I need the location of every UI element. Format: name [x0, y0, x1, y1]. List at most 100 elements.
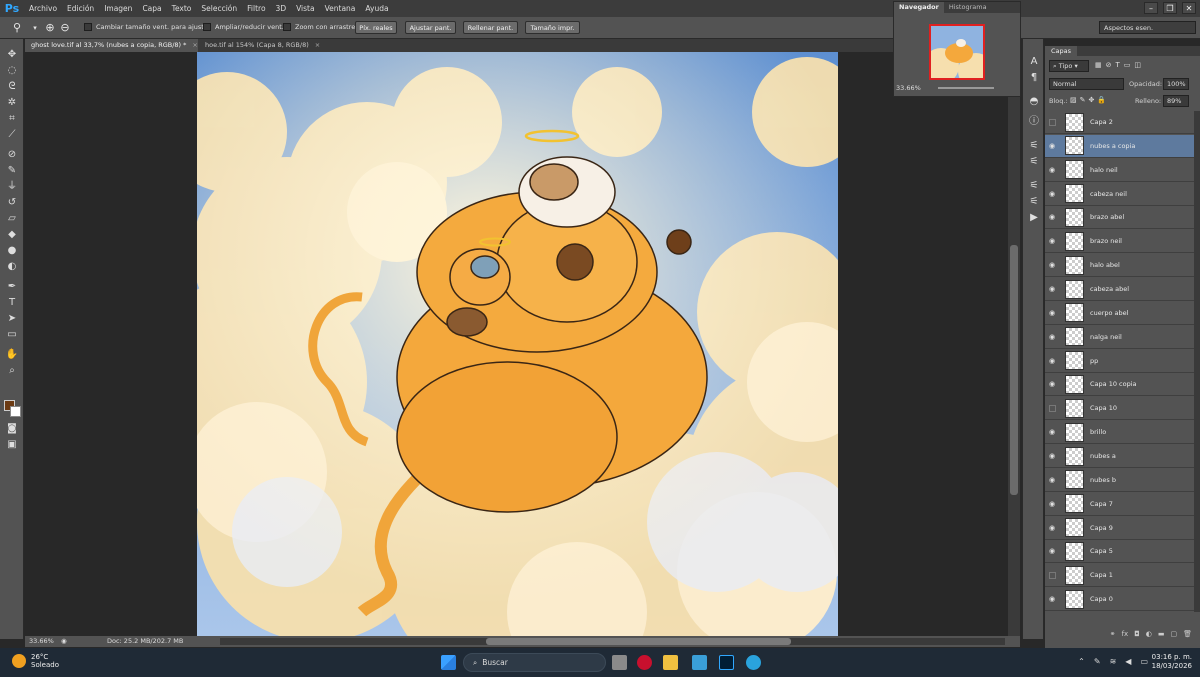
minimize-button[interactable]: – — [1144, 2, 1158, 14]
volume-icon[interactable]: ◀ — [1125, 657, 1131, 666]
actions-play-icon[interactable]: ▶ — [1027, 211, 1041, 225]
layer-row[interactable]: ◉ halo abel — [1045, 254, 1194, 278]
layer-row[interactable]: ◉ nubes a copia — [1045, 134, 1194, 158]
layer-row[interactable]: ◉ cuerpo abel — [1045, 302, 1194, 325]
new-layer-icon[interactable]: ▢ — [1170, 630, 1177, 640]
crop-tool-icon[interactable]: ⌗ — [4, 111, 20, 126]
visibility-eye-icon[interactable]: ◉ — [1045, 309, 1059, 317]
resize-windows-option[interactable]: Cambiar tamaño vent. para ajustar — [84, 23, 211, 31]
layer-style-icon[interactable]: fx — [1122, 630, 1129, 640]
background-color-swatch[interactable] — [10, 406, 21, 417]
visibility-eye-icon[interactable]: ◉ — [1045, 476, 1059, 484]
layer-row[interactable]: ◉ nubes a — [1045, 445, 1194, 469]
visibility-eye-icon[interactable]: ◉ — [1045, 142, 1059, 150]
visibility-eye-icon[interactable]: ◉ — [1045, 166, 1059, 174]
file-explorer-icon[interactable] — [663, 655, 678, 670]
menu-seleccion[interactable]: Selección — [196, 4, 242, 13]
layer-filter-select[interactable]: ⌕ Tipo ▾ — [1049, 60, 1089, 72]
fit-screen-button[interactable]: Ajustar pant. — [405, 21, 456, 34]
visibility-eye-icon[interactable]: ◉ — [1045, 261, 1059, 269]
marquee-tool-icon[interactable]: ◌ — [4, 63, 20, 78]
menu-capa[interactable]: Capa — [137, 4, 166, 13]
visibility-eye-icon[interactable]: ◉ — [1045, 547, 1059, 555]
tab-layers[interactable]: Capas — [1045, 46, 1078, 56]
brush-tool-icon[interactable]: ✎ — [4, 163, 20, 178]
layer-row[interactable]: Capa 2 — [1045, 111, 1194, 134]
visibility-eye-icon[interactable]: ◉ — [1045, 285, 1059, 293]
pen-tray-icon[interactable]: ✎ — [1094, 657, 1101, 666]
visibility-eye-icon[interactable] — [1049, 571, 1056, 579]
status-zoom[interactable]: 33.66% — [29, 637, 54, 645]
styles-icon[interactable]: ⚟ — [1027, 195, 1041, 209]
opacity-input[interactable]: 100% — [1163, 78, 1189, 90]
canvas-area[interactable] — [25, 52, 1020, 636]
quick-mask-icon[interactable]: ◙ — [4, 421, 20, 436]
navigator-zoom-value[interactable]: 33.66% — [896, 84, 921, 92]
tab-histogram[interactable]: Histograma — [944, 2, 992, 13]
dodge-tool-icon[interactable]: ◐ — [4, 259, 20, 274]
zoom-tool-panel-icon[interactable]: ⌕ — [4, 363, 20, 378]
layer-row[interactable]: ◉ Capa 0 — [1045, 588, 1194, 612]
blend-mode-select[interactable]: Normal — [1049, 78, 1124, 90]
rectangle-tool-icon[interactable]: ▭ — [4, 327, 20, 342]
visibility-eye-icon[interactable]: ◉ — [1045, 333, 1059, 341]
fill-screen-button[interactable]: Rellenar pant. — [463, 21, 518, 34]
menu-archivo[interactable]: Archivo — [24, 4, 62, 13]
screen-mode-icon[interactable]: ▣ — [4, 437, 20, 452]
visibility-eye-icon[interactable] — [1049, 404, 1056, 412]
taskbar-search[interactable]: ⌕ Buscar — [463, 653, 606, 672]
weather-widget[interactable]: 26°C Soleado — [12, 653, 59, 669]
info-panel-icon[interactable]: ⓘ — [1027, 115, 1041, 129]
visibility-eye-icon[interactable]: ◉ — [1045, 428, 1059, 436]
brush-panel-icon[interactable]: ⚟ — [1027, 139, 1041, 153]
clone-stamp-icon[interactable]: ⏚ — [4, 179, 20, 194]
opera-icon[interactable] — [637, 655, 652, 670]
photoshop-taskbar-icon[interactable] — [719, 655, 734, 670]
layer-row[interactable]: ◉ brillo — [1045, 421, 1194, 445]
new-group-icon[interactable]: ▬ — [1158, 630, 1165, 640]
task-view-icon[interactable] — [612, 655, 627, 670]
navigator-zoom-slider[interactable] — [938, 87, 994, 89]
lock-icons[interactable]: ▨✎✥🔒 — [1070, 96, 1109, 104]
tab-close-icon[interactable]: × — [315, 41, 320, 49]
magic-wand-icon[interactable]: ✲ — [4, 95, 20, 110]
zoom-out-icon[interactable]: ⊖ — [58, 21, 72, 35]
visibility-eye-icon[interactable]: ◉ — [1045, 524, 1059, 532]
telegram-icon[interactable] — [746, 655, 761, 670]
print-size-button[interactable]: Tamaño impr. — [525, 21, 580, 34]
layer-row[interactable]: ◉ pp — [1045, 350, 1194, 373]
menu-texto[interactable]: Texto — [167, 4, 197, 13]
move-tool-icon[interactable]: ✥ — [4, 47, 20, 62]
layer-row[interactable]: ◉ nubes b — [1045, 469, 1194, 492]
zoom-tool-icon[interactable]: ⚲ — [10, 21, 24, 35]
visibility-eye-icon[interactable]: ◉ — [1045, 357, 1059, 365]
tray-chevron-icon[interactable]: ⌃ — [1078, 657, 1085, 666]
visibility-eye-icon[interactable]: ◉ — [1045, 595, 1059, 603]
layer-row[interactable]: Capa 10 — [1045, 397, 1194, 421]
layer-row[interactable]: ◉ cabeza neil — [1045, 183, 1194, 206]
menu-filtro[interactable]: Filtro — [242, 4, 270, 13]
battery-icon[interactable]: ▭ — [1140, 657, 1148, 666]
vertical-scroll-thumb[interactable] — [1010, 245, 1018, 495]
visibility-eye-icon[interactable]: ◉ — [1045, 452, 1059, 460]
paragraph-panel-icon[interactable]: ¶ — [1027, 71, 1041, 85]
start-icon[interactable] — [441, 655, 456, 670]
layer-row[interactable]: ◉ Capa 7 — [1045, 493, 1194, 516]
layer-row[interactable]: ◉ nalga neil — [1045, 326, 1194, 349]
adjustment-layer-icon[interactable]: ◐ — [1146, 630, 1152, 640]
app-pen-icon[interactable] — [692, 655, 707, 670]
pen-tool-icon[interactable]: ✒ — [4, 279, 20, 294]
visibility-eye-icon[interactable]: ◉ — [1045, 380, 1059, 388]
path-selection-icon[interactable]: ➤ — [4, 311, 20, 326]
menu-edicion[interactable]: Edición — [62, 4, 99, 13]
layer-row[interactable]: ◉ brazo neil — [1045, 230, 1194, 254]
visibility-eye-icon[interactable]: ◉ — [1045, 213, 1059, 221]
layer-row[interactable]: ◉ Capa 5 — [1045, 540, 1194, 564]
eyedropper-icon[interactable]: ⟋ — [4, 127, 20, 142]
actual-pixels-button[interactable]: Píx. reales — [355, 21, 397, 34]
menu-3d[interactable]: 3D — [271, 4, 292, 13]
layer-filter-icons[interactable]: ▦⊘T▭◫ — [1095, 61, 1145, 69]
delete-layer-icon[interactable]: 🗑 — [1183, 630, 1192, 640]
tab-hoe[interactable]: hoe.tif al 154% (Capa 8, RGB/8) × — [199, 39, 349, 52]
lasso-tool-icon[interactable]: ᘓ — [4, 79, 20, 94]
